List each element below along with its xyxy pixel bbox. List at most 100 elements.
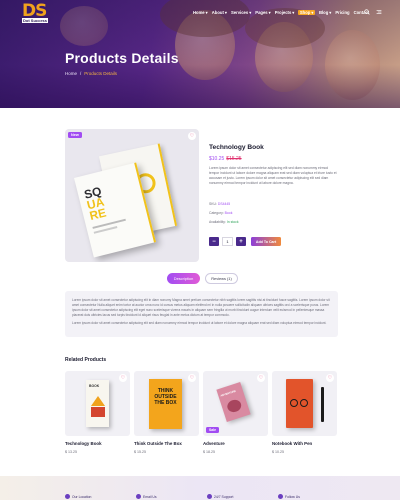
footer-item-label: Email Us (143, 494, 157, 499)
category-row: Category: Book (209, 211, 232, 215)
chevron-down-icon: ▾ (311, 10, 314, 15)
thumb-title: THINK OUTSIDE THE BOX (154, 388, 177, 406)
related-product-card[interactable]: ♡ THINK OUTSIDE THE BOX (134, 371, 199, 436)
email-icon (136, 494, 141, 499)
product-tabs: Description Reviews (1) (167, 273, 238, 284)
heart-icon[interactable]: ♡ (119, 374, 127, 382)
nav-label: Blog (318, 10, 329, 15)
nav-label: Home (193, 10, 205, 15)
product-image-card: New ♡ SQ UA RE (65, 129, 199, 262)
chevron-down-icon: ▾ (329, 10, 332, 15)
related-product-price: $ 13.25 (65, 450, 77, 454)
category-value[interactable]: Book (225, 211, 233, 215)
product-description: Lorem ipsum dolor sit amet consectetur a… (209, 166, 337, 185)
site-logo[interactable]: DS Dot Success (22, 1, 60, 23)
related-product-card[interactable]: ♡ BOOK (65, 371, 130, 436)
location-icon (65, 494, 70, 499)
related-product-name[interactable]: Technology Book (65, 441, 102, 446)
nav-item-blog[interactable]: Blog ▾ (319, 10, 331, 15)
hero-photo-face (255, 22, 313, 92)
category-label: Category: (209, 211, 224, 215)
cover-text-line: RE (88, 205, 108, 224)
nav-item-shop[interactable]: Shop ▾ (298, 10, 315, 15)
decrease-button[interactable]: − (209, 237, 219, 246)
old-price: $15.25 (226, 156, 242, 162)
nav-item-pages[interactable]: Pages ▾ (255, 10, 270, 15)
footer-item-support: 24/7 Support (207, 494, 233, 499)
description-paragraph: Lorem ipsum dolor sit amet consectetur a… (72, 321, 327, 325)
nav-label: Pages (255, 10, 268, 15)
sku-label: SKU: (209, 202, 217, 206)
product-thumb: ADVENTURE (216, 381, 251, 423)
add-to-cart-button[interactable]: Add To Cart (251, 237, 281, 246)
tab-reviews[interactable]: Reviews (1) (205, 273, 238, 284)
nav-label: Shop (299, 10, 311, 15)
product-thumb: BOOK (86, 380, 109, 427)
chevron-down-icon: ▾ (224, 10, 227, 15)
availability-label: Availability: (209, 220, 226, 224)
heart-icon[interactable]: ♡ (188, 132, 196, 140)
phone-icon (207, 494, 212, 499)
product-price: $10.25 $15.25 (209, 156, 242, 162)
chevron-down-icon: ▾ (205, 10, 208, 15)
chevron-down-icon: ▾ (268, 10, 271, 15)
breadcrumb-separator: / (80, 71, 82, 76)
quantity-stepper: − 1 + Add To Cart (209, 237, 281, 246)
increase-button[interactable]: + (236, 237, 246, 246)
nav-label: Services (230, 10, 249, 15)
thumb-shape (91, 396, 105, 406)
chevron-down-icon: ▾ (249, 10, 252, 15)
heart-icon[interactable]: ♡ (257, 374, 265, 382)
description-paragraph: Lorem ipsum dolor sit amet consectetur a… (72, 298, 330, 317)
nav-label: About (211, 10, 224, 15)
menu-icon[interactable] (376, 9, 382, 15)
sale-badge: Sale (206, 427, 219, 433)
share-icon (278, 494, 283, 499)
glasses-lens (290, 399, 298, 407)
footer-contact-strip: Our Location Email Us 24/7 Support Follo… (0, 476, 400, 500)
related-product-price: $ 18.25 (203, 450, 215, 454)
notebook-thumb (286, 379, 313, 428)
nav-item-about[interactable]: About ▾ (212, 10, 227, 15)
thumb-shape (225, 398, 243, 414)
nav-item-services[interactable]: Services ▾ (231, 10, 251, 15)
availability-row: Availability: In stock (209, 220, 239, 224)
related-product-name[interactable]: Adventure (203, 441, 225, 446)
footer-item-follow: Follow Us (278, 494, 300, 499)
related-product-card[interactable]: ♡ ADVENTURE Sale (203, 371, 268, 436)
related-product-name[interactable]: Think Outside The Box (134, 441, 182, 446)
quantity-input[interactable]: 1 (222, 237, 233, 246)
page-title: Products Details (65, 50, 179, 66)
thumb-title: ADVENTURE (220, 389, 237, 398)
product-title: Technology Book (209, 144, 264, 151)
footer-item-label: Follow Us (285, 494, 300, 499)
sku-row: SKU: DS4445 (209, 202, 230, 206)
nav-item-home[interactable]: Home ▾ (193, 10, 208, 15)
main-nav: Home ▾ About ▾ Services ▾ Pages ▾ Projects ▾ … (193, 10, 369, 15)
heart-icon[interactable]: ♡ (326, 374, 334, 382)
availability-value: In stock (226, 220, 239, 224)
breadcrumb-home[interactable]: Home (65, 71, 77, 76)
product-thumb: THINK OUTSIDE THE BOX (149, 379, 182, 429)
nav-item-projects[interactable]: Projects ▾ (275, 10, 295, 15)
cover-text: SQ UA RE (83, 184, 108, 224)
top-navbar: DS Dot Success Home ▾ About ▾ Services ▾ Pa… (0, 0, 400, 24)
related-products-title: Related Products (65, 357, 107, 363)
hero-photo-face (325, 30, 380, 100)
heart-icon[interactable]: ♡ (188, 374, 196, 382)
current-price: $10.25 (209, 156, 225, 162)
thumb-shape (91, 407, 105, 417)
pen-shape (321, 387, 324, 422)
glasses-shape (288, 399, 310, 408)
related-product-card[interactable]: ♡ (272, 371, 337, 436)
tab-description[interactable]: Description (167, 273, 200, 284)
footer-item-label: 24/7 Support (214, 494, 234, 499)
footer-item-email: Email Us (136, 494, 157, 499)
new-badge: New (68, 132, 82, 138)
breadcrumb-current: Products Details (84, 71, 118, 76)
nav-item-pricing[interactable]: Pricing (335, 10, 349, 15)
related-product-price: $ 10.25 (272, 450, 284, 454)
related-product-name[interactable]: Notebook With Pen (272, 441, 312, 446)
search-icon[interactable] (364, 9, 370, 15)
sku-value: DS4445 (217, 202, 231, 206)
